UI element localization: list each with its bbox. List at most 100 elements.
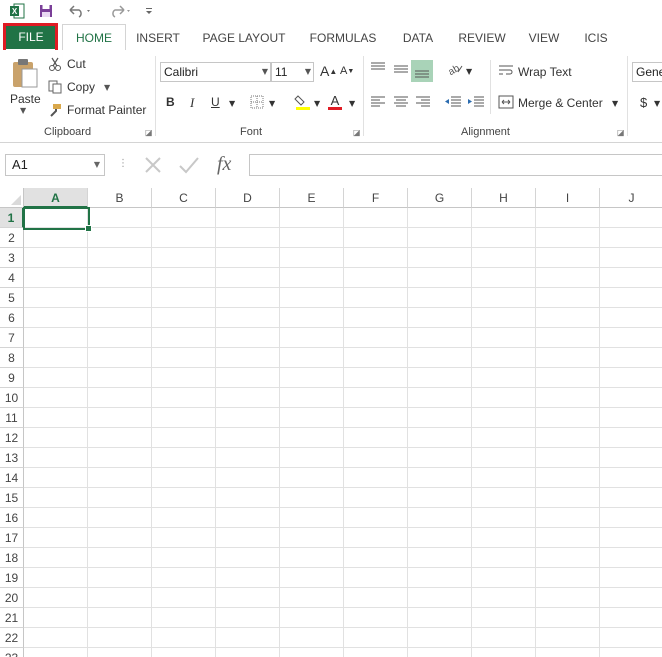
column-header[interactable]: G — [408, 188, 472, 208]
column-header[interactable]: I — [536, 188, 600, 208]
row-header[interactable]: 3 — [0, 248, 24, 268]
cut-icon[interactable] — [48, 56, 64, 72]
row-header[interactable]: 5 — [0, 288, 24, 308]
column-header[interactable]: J — [600, 188, 662, 208]
copy-button[interactable]: Copy — [67, 80, 95, 94]
row-header[interactable]: 23 — [0, 648, 24, 657]
row-header[interactable]: 8 — [0, 348, 24, 368]
currency-button[interactable]: $ — [640, 95, 647, 110]
row-header[interactable]: 7 — [0, 328, 24, 348]
row-header[interactable]: 1 — [0, 208, 24, 228]
currency-dropdown-icon[interactable]: ▼ — [654, 99, 660, 108]
column-header[interactable]: E — [280, 188, 344, 208]
top-align-icon[interactable] — [370, 62, 386, 74]
merge-center-button[interactable]: Merge & Center — [518, 96, 603, 110]
cell-area[interactable] — [24, 208, 662, 657]
font-size-select[interactable]: 11 ▼ — [271, 62, 314, 82]
font-launcher-icon[interactable]: ◪ — [353, 128, 361, 137]
column-header[interactable]: F — [344, 188, 408, 208]
bold-button[interactable]: B — [166, 95, 175, 109]
format-painter-icon[interactable] — [48, 102, 64, 118]
row-header[interactable]: 9 — [0, 368, 24, 388]
ribbon-divider — [627, 56, 628, 136]
number-format-select[interactable]: Gene — [632, 62, 662, 82]
paste-button[interactable]: Paste — [10, 92, 41, 106]
row-header[interactable]: 10 — [0, 388, 24, 408]
confirm-entry-icon[interactable] — [178, 156, 200, 174]
row-header[interactable]: 17 — [0, 528, 24, 548]
merge-center-icon[interactable] — [498, 95, 514, 109]
fill-color-dropdown-icon[interactable]: ▼ — [314, 99, 320, 108]
row-header[interactable]: 20 — [0, 588, 24, 608]
save-icon[interactable] — [37, 2, 55, 20]
row-header[interactable]: 18 — [0, 548, 24, 568]
active-cell[interactable] — [23, 207, 92, 232]
increase-font-icon[interactable]: A ▲ — [320, 63, 337, 79]
formula-input[interactable] — [249, 154, 662, 176]
tab-formulas[interactable]: FORMULAS — [302, 26, 384, 50]
redo-icon[interactable] — [106, 2, 134, 20]
paste-dropdown-icon[interactable]: ▼ — [20, 106, 26, 115]
font-color-dropdown-icon[interactable]: ▼ — [349, 99, 355, 108]
merge-dropdown-icon[interactable]: ▼ — [612, 99, 618, 108]
alignment-launcher-icon[interactable]: ◪ — [617, 128, 625, 137]
font-name-select[interactable]: Calibri ▼ — [160, 62, 271, 82]
wrap-text-icon[interactable] — [498, 64, 514, 78]
fill-color-icon[interactable] — [294, 93, 312, 111]
decrease-indent-icon[interactable] — [444, 96, 462, 108]
font-color-icon[interactable]: A — [326, 93, 344, 111]
middle-align-icon[interactable] — [393, 62, 409, 76]
italic-button[interactable]: I — [190, 95, 194, 111]
column-header[interactable]: C — [152, 188, 216, 208]
clipboard-launcher-icon[interactable]: ◪ — [145, 128, 153, 137]
format-painter-button[interactable]: Format Painter — [67, 103, 146, 117]
insert-function-icon[interactable]: fx — [217, 153, 231, 176]
chevron-down-icon: ▼ — [261, 67, 268, 76]
tab-icis[interactable]: ICIS — [576, 26, 616, 50]
tab-view[interactable]: VIEW — [522, 26, 566, 50]
copy-icon[interactable] — [48, 79, 64, 95]
row-header[interactable]: 21 — [0, 608, 24, 628]
tab-home[interactable]: HOME — [62, 24, 126, 52]
row-header[interactable]: 16 — [0, 508, 24, 528]
paste-icon[interactable] — [8, 56, 42, 90]
underline-button[interactable]: U — [211, 95, 220, 109]
column-header[interactable]: H — [472, 188, 536, 208]
borders-dropdown-icon[interactable]: ▼ — [269, 99, 275, 108]
tab-page-layout[interactable]: PAGE LAYOUT — [196, 26, 292, 50]
row-header[interactable]: 6 — [0, 308, 24, 328]
copy-dropdown-icon[interactable]: ▼ — [104, 83, 110, 92]
name-box[interactable]: A1 ▼ — [5, 154, 105, 176]
column-header[interactable]: B — [88, 188, 152, 208]
select-all-button[interactable] — [0, 188, 24, 208]
row-header[interactable]: 22 — [0, 628, 24, 648]
align-center-icon[interactable] — [393, 96, 409, 108]
cancel-entry-icon[interactable] — [143, 156, 163, 174]
orientation-icon[interactable]: ab — [446, 62, 464, 76]
row-header[interactable]: 4 — [0, 268, 24, 288]
increase-indent-icon[interactable] — [467, 96, 485, 108]
decrease-font-icon[interactable]: A ▼ — [340, 65, 354, 77]
tab-insert[interactable]: INSERT — [130, 26, 186, 50]
borders-icon[interactable] — [250, 95, 264, 109]
row-header[interactable]: 19 — [0, 568, 24, 588]
row-header[interactable]: 12 — [0, 428, 24, 448]
cut-button[interactable]: Cut — [67, 57, 86, 71]
undo-icon[interactable] — [66, 2, 94, 20]
wrap-text-button[interactable]: Wrap Text — [518, 65, 572, 79]
underline-dropdown-icon[interactable]: ▼ — [229, 99, 235, 108]
column-header[interactable]: A — [24, 188, 88, 208]
tab-data[interactable]: DATA — [392, 26, 444, 50]
row-header[interactable]: 13 — [0, 448, 24, 468]
orientation-dropdown-icon[interactable]: ▼ — [466, 67, 472, 76]
align-left-icon[interactable] — [370, 96, 386, 108]
align-right-icon[interactable] — [415, 96, 431, 108]
column-header[interactable]: D — [216, 188, 280, 208]
customize-icon[interactable] — [143, 2, 155, 20]
bottom-align-icon[interactable] — [411, 60, 433, 82]
row-header[interactable]: 11 — [0, 408, 24, 428]
row-header[interactable]: 14 — [0, 468, 24, 488]
row-header[interactable]: 15 — [0, 488, 24, 508]
tab-review[interactable]: REVIEW — [452, 26, 512, 50]
row-header[interactable]: 2 — [0, 228, 24, 248]
